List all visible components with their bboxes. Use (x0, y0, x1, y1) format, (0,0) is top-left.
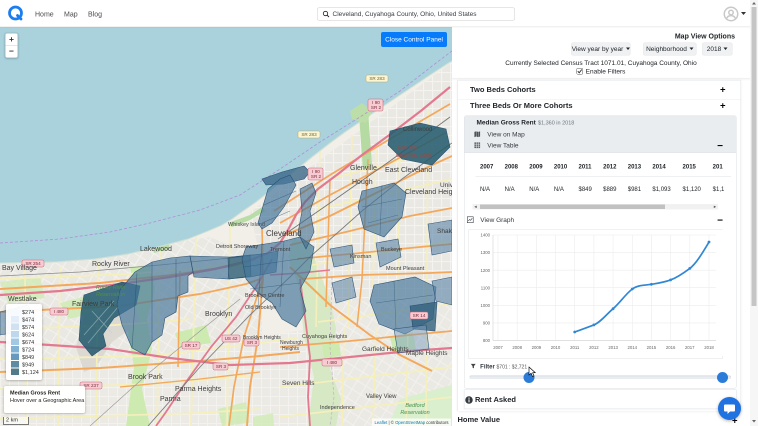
svg-text:Rocky River: Rocky River (96, 285, 127, 291)
svg-text:1200: 1200 (480, 268, 490, 273)
svg-text:Cleveland: Cleveland (266, 229, 302, 238)
svg-text:Rocky River: Rocky River (92, 261, 130, 268)
svg-text:Mount Pleasant: Mount Pleasant (386, 266, 425, 272)
svg-text:2010: 2010 (551, 345, 561, 350)
svg-text:Buckeye: Buckeye (381, 247, 402, 253)
svg-text:Westlake: Westlake (8, 296, 37, 303)
svg-text:Reservation: Reservation (96, 292, 125, 298)
svg-text:Maple Heights: Maple Heights (406, 350, 448, 357)
svg-text:Collinwood: Collinwood (403, 127, 432, 133)
svg-text:SR 283: SR 283 (301, 132, 317, 137)
svg-text:2018: 2018 (704, 345, 714, 350)
svg-text:Shaker: Shaker (437, 228, 452, 235)
svg-text:1100: 1100 (481, 285, 491, 290)
svg-text:2017: 2017 (685, 345, 695, 350)
svg-text:I 480: I 480 (327, 360, 338, 365)
svg-text:2014: 2014 (628, 345, 638, 350)
svg-text:SR 283: SR 283 (369, 76, 385, 81)
svg-text:900: 900 (483, 321, 491, 326)
svg-text:Brooklyn Heights: Brooklyn Heights (243, 335, 281, 341)
svg-text:University Circle: University Circle (396, 153, 432, 159)
svg-text:Brooklyn Centre: Brooklyn Centre (245, 293, 284, 299)
svg-text:Fairview Park: Fairview Park (72, 301, 115, 308)
svg-text:Independence: Independence (320, 405, 355, 411)
svg-text:2015: 2015 (647, 345, 657, 350)
svg-text:Reservation: Reservation (400, 410, 429, 416)
svg-text:SR 2: SR 2 (371, 105, 382, 110)
svg-text:Tremont: Tremont (270, 247, 291, 253)
svg-text:Detroit Shoreway: Detroit Shoreway (216, 244, 258, 250)
svg-text:1300: 1300 (480, 250, 490, 255)
svg-text:800: 800 (483, 338, 491, 343)
svg-text:Cleveland Height: Cleveland Height (405, 189, 452, 196)
svg-text:Valley View: Valley View (366, 394, 397, 400)
svg-text:1000: 1000 (480, 303, 490, 308)
svg-text:2007: 2007 (493, 345, 503, 350)
svg-text:I 480: I 480 (54, 309, 65, 314)
svg-text:Bedford: Bedford (405, 403, 425, 409)
svg-text:2011: 2011 (570, 345, 580, 350)
svg-text:Little Italy: Little Italy (398, 145, 418, 150)
svg-text:1400: 1400 (480, 233, 490, 238)
svg-text:Universit: Universit (440, 182, 452, 189)
svg-text:Garfield Heights: Garfield Heights (362, 346, 409, 353)
svg-text:2008: 2008 (512, 345, 522, 350)
svg-text:2016: 2016 (666, 345, 676, 350)
svg-text:Old Brooklyn: Old Brooklyn (245, 305, 277, 311)
svg-text:Brooklyn: Brooklyn (205, 311, 232, 318)
svg-text:Heights: Heights (282, 346, 299, 352)
svg-text:SR 2: SR 2 (311, 174, 322, 179)
svg-text:Cuyahoga Heights: Cuyahoga Heights (302, 334, 348, 340)
svg-text:Parma: Parma (160, 396, 181, 403)
svg-text:East Cleveland: East Cleveland (385, 167, 432, 174)
svg-text:2013: 2013 (608, 345, 618, 350)
svg-text:2009: 2009 (532, 345, 542, 350)
svg-text:Bay Village: Bay Village (2, 265, 37, 272)
svg-text:SR 237: SR 237 (83, 383, 99, 388)
svg-text:Hough: Hough (352, 179, 373, 186)
svg-text:Kinsman: Kinsman (350, 254, 371, 260)
svg-text:SR 17: SR 17 (185, 343, 198, 348)
svg-text:SR 14: SR 14 (413, 313, 426, 318)
svg-text:Brook Park: Brook Park (128, 374, 163, 381)
svg-text:Whiskey Island: Whiskey Island (228, 222, 265, 228)
svg-text:2012: 2012 (589, 345, 599, 350)
svg-text:Parma Heights: Parma Heights (175, 386, 222, 393)
svg-text:US 42: US 42 (225, 336, 238, 341)
svg-text:SR 3: SR 3 (216, 364, 227, 369)
svg-text:Lakewood: Lakewood (140, 246, 172, 253)
svg-text:Glenville: Glenville (350, 165, 377, 172)
svg-text:Seven Hills: Seven Hills (282, 380, 315, 387)
